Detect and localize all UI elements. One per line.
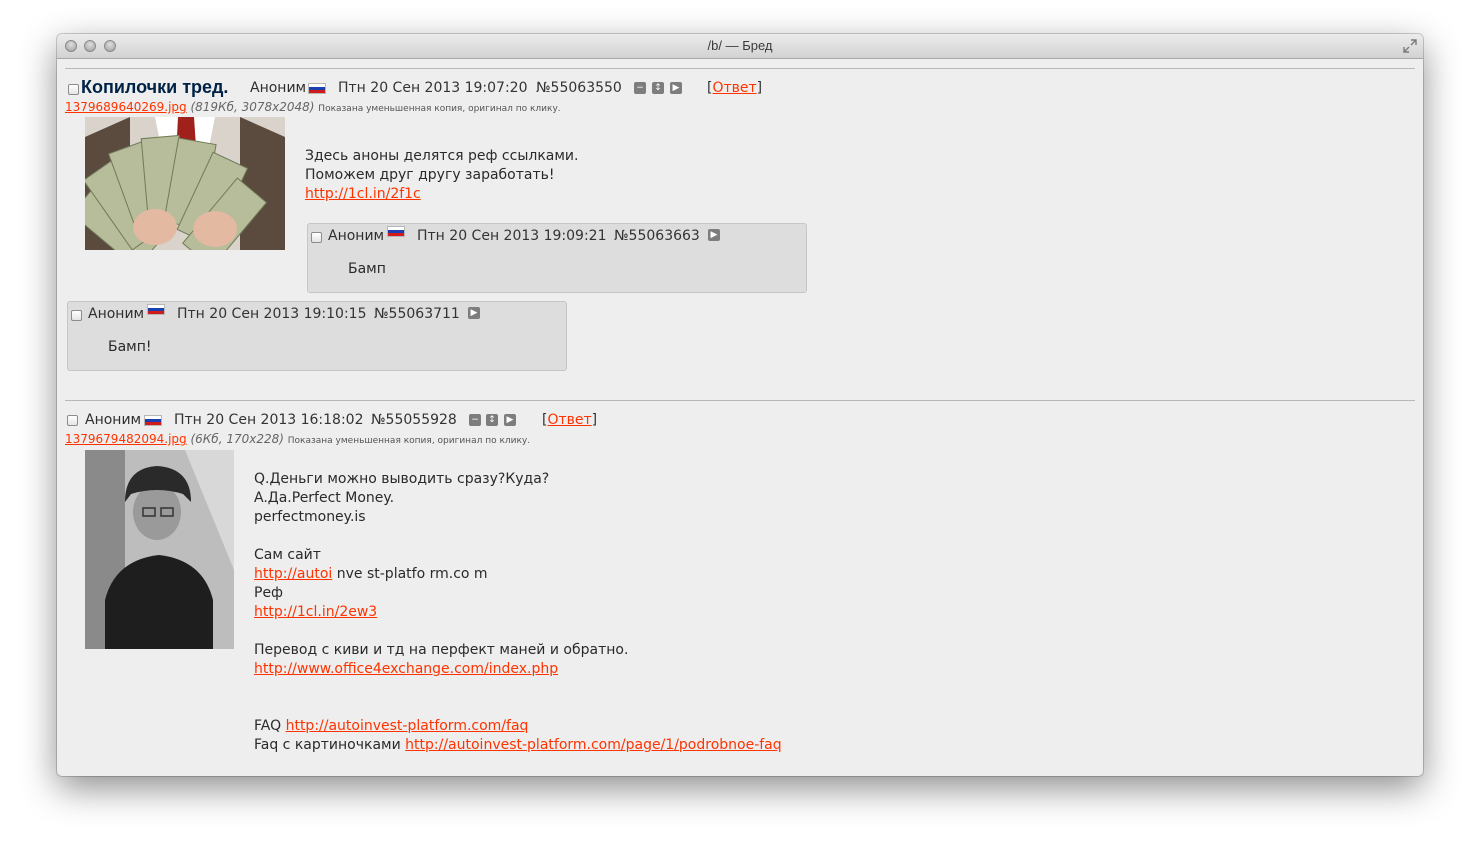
file-note: Показана уменьшенная копия, оригинал по … xyxy=(318,104,561,114)
reply-post-55063663: Аноним Птн 20 Сен 2013 19:09:21 №5506366… xyxy=(307,223,807,293)
post-line: Сам сайт xyxy=(254,547,321,563)
post-body: Здесь аноны делятся реф ссылками. Поможе… xyxy=(305,147,578,204)
poster-name: Аноним xyxy=(328,228,385,244)
play-icon[interactable]: ▶ xyxy=(708,229,720,241)
post-line: http://autoi nve st-platfo rm.co m xyxy=(254,566,488,582)
reply-text: Бамп xyxy=(348,261,386,277)
hide-thread-icon[interactable]: − xyxy=(634,82,646,94)
reply-link-wrapper: [Ответ] xyxy=(542,412,598,428)
zoom-window-button[interactable] xyxy=(104,40,116,52)
reply-post-55063711: Аноним Птн 20 Сен 2013 19:10:15 №5506371… xyxy=(67,301,567,371)
reply-link-wrapper: [Ответ] xyxy=(707,80,763,96)
russia-flag-icon xyxy=(147,304,165,315)
thread-thumbnail-money-fan[interactable] xyxy=(85,117,285,250)
post-number[interactable]: №55063663 xyxy=(614,228,700,244)
reply-link[interactable]: Ответ xyxy=(547,412,591,428)
poster-name: Аноним xyxy=(88,306,145,322)
poster-name: Аноним xyxy=(85,412,142,428)
play-icon[interactable]: ▶ xyxy=(504,414,516,426)
file-link[interactable]: 1379689640269.jpg xyxy=(65,100,187,114)
post-line: perfectmoney.is xyxy=(254,509,366,525)
post-datetime: Птн 20 Сен 2013 16:18:02 xyxy=(174,412,364,428)
russia-flag-icon xyxy=(387,226,405,237)
file-info: 1379689640269.jpg (819Кб, 3078x2048) Пок… xyxy=(65,100,561,114)
expand-thread-icon[interactable]: ↕ xyxy=(486,414,498,426)
play-icon[interactable]: ▶ xyxy=(670,82,682,94)
post-link[interactable]: http://1cl.in/2ew3 xyxy=(254,604,377,620)
faq-detailed-link[interactable]: http://autoinvest-platform.com/page/1/po… xyxy=(405,737,782,753)
post-link[interactable]: http://autoi xyxy=(254,566,332,582)
post-datetime: Птн 20 Сен 2013 19:07:20 xyxy=(338,80,528,96)
close-window-button[interactable] xyxy=(65,40,77,52)
reply-link[interactable]: Ответ xyxy=(712,80,756,96)
post-number[interactable]: №55063711 xyxy=(374,306,460,322)
post-select-checkbox[interactable] xyxy=(67,415,78,426)
thread-thumbnail-person-photo[interactable] xyxy=(85,450,234,649)
post-line: Q.Деньги можно выводить сразу?Куда? xyxy=(254,471,550,487)
post-line: http://www.office4exchange.com/index.php xyxy=(254,660,782,679)
file-size: (819Кб, 3078x2048) xyxy=(190,100,315,114)
fullscreen-icon[interactable] xyxy=(1403,39,1417,53)
russia-flag-icon xyxy=(308,83,326,94)
post-number[interactable]: №55063550 xyxy=(536,80,622,96)
post-select-checkbox[interactable] xyxy=(311,232,322,243)
post-datetime: Птн 20 Сен 2013 19:09:21 xyxy=(417,228,607,244)
divider xyxy=(65,400,1415,401)
post-select-checkbox[interactable] xyxy=(71,310,82,321)
reply-text: Бамп! xyxy=(108,339,152,355)
post-line: FAQ http://autoinvest-platform.com/faq xyxy=(254,718,529,734)
post-select-checkbox[interactable] xyxy=(68,84,79,95)
divider xyxy=(65,68,1415,69)
faq-link[interactable]: http://autoinvest-platform.com/faq xyxy=(286,718,529,734)
post-line: A.Да.Perfect Money. xyxy=(254,490,395,506)
post-line: Реф xyxy=(254,585,284,601)
post-link[interactable]: http://www.office4exchange.com/index.php xyxy=(254,661,558,677)
post-line: http://1cl.in/2ew3 xyxy=(254,603,782,622)
file-link[interactable]: 1379679482094.jpg xyxy=(65,432,187,446)
post-line: Здесь аноны делятся реф ссылками. xyxy=(305,148,579,164)
post-body: Q.Деньги можно выводить сразу?Куда? A.Да… xyxy=(254,470,782,755)
post-number[interactable]: №55055928 xyxy=(371,412,457,428)
title-bar: /b/ — Бред xyxy=(57,34,1423,59)
post-datetime: Птн 20 Сен 2013 19:10:15 xyxy=(177,306,367,322)
post-line: Поможем друг другу заработать! xyxy=(305,167,555,183)
poster-name: Аноним xyxy=(250,80,307,96)
thread-subject: Копилочки тред. xyxy=(81,77,229,97)
browser-window: /b/ — Бред Копилочки тред. Аноним Птн 20… xyxy=(57,34,1423,776)
board-content: Копилочки тред. Аноним Птн 20 Сен 2013 1… xyxy=(57,59,1423,776)
minimize-window-button[interactable] xyxy=(84,40,96,52)
post-line: Faq с картиночками http://autoinvest-pla… xyxy=(254,737,782,753)
hide-thread-icon[interactable]: − xyxy=(469,414,481,426)
expand-thread-icon[interactable]: ↕ xyxy=(652,82,664,94)
window-title: /b/ — Бред xyxy=(707,38,773,53)
russia-flag-icon xyxy=(144,415,162,426)
file-note: Показана уменьшенная копия, оригинал по … xyxy=(287,436,531,446)
post-link[interactable]: http://1cl.in/2f1c xyxy=(305,186,421,202)
post-line: Перевод с киви и тд на перфект маней и о… xyxy=(254,642,629,658)
file-info: 1379679482094.jpg (6Кб, 170x228) Показан… xyxy=(65,432,530,446)
play-icon[interactable]: ▶ xyxy=(468,307,480,319)
file-size: (6Кб, 170x228) xyxy=(190,432,284,446)
